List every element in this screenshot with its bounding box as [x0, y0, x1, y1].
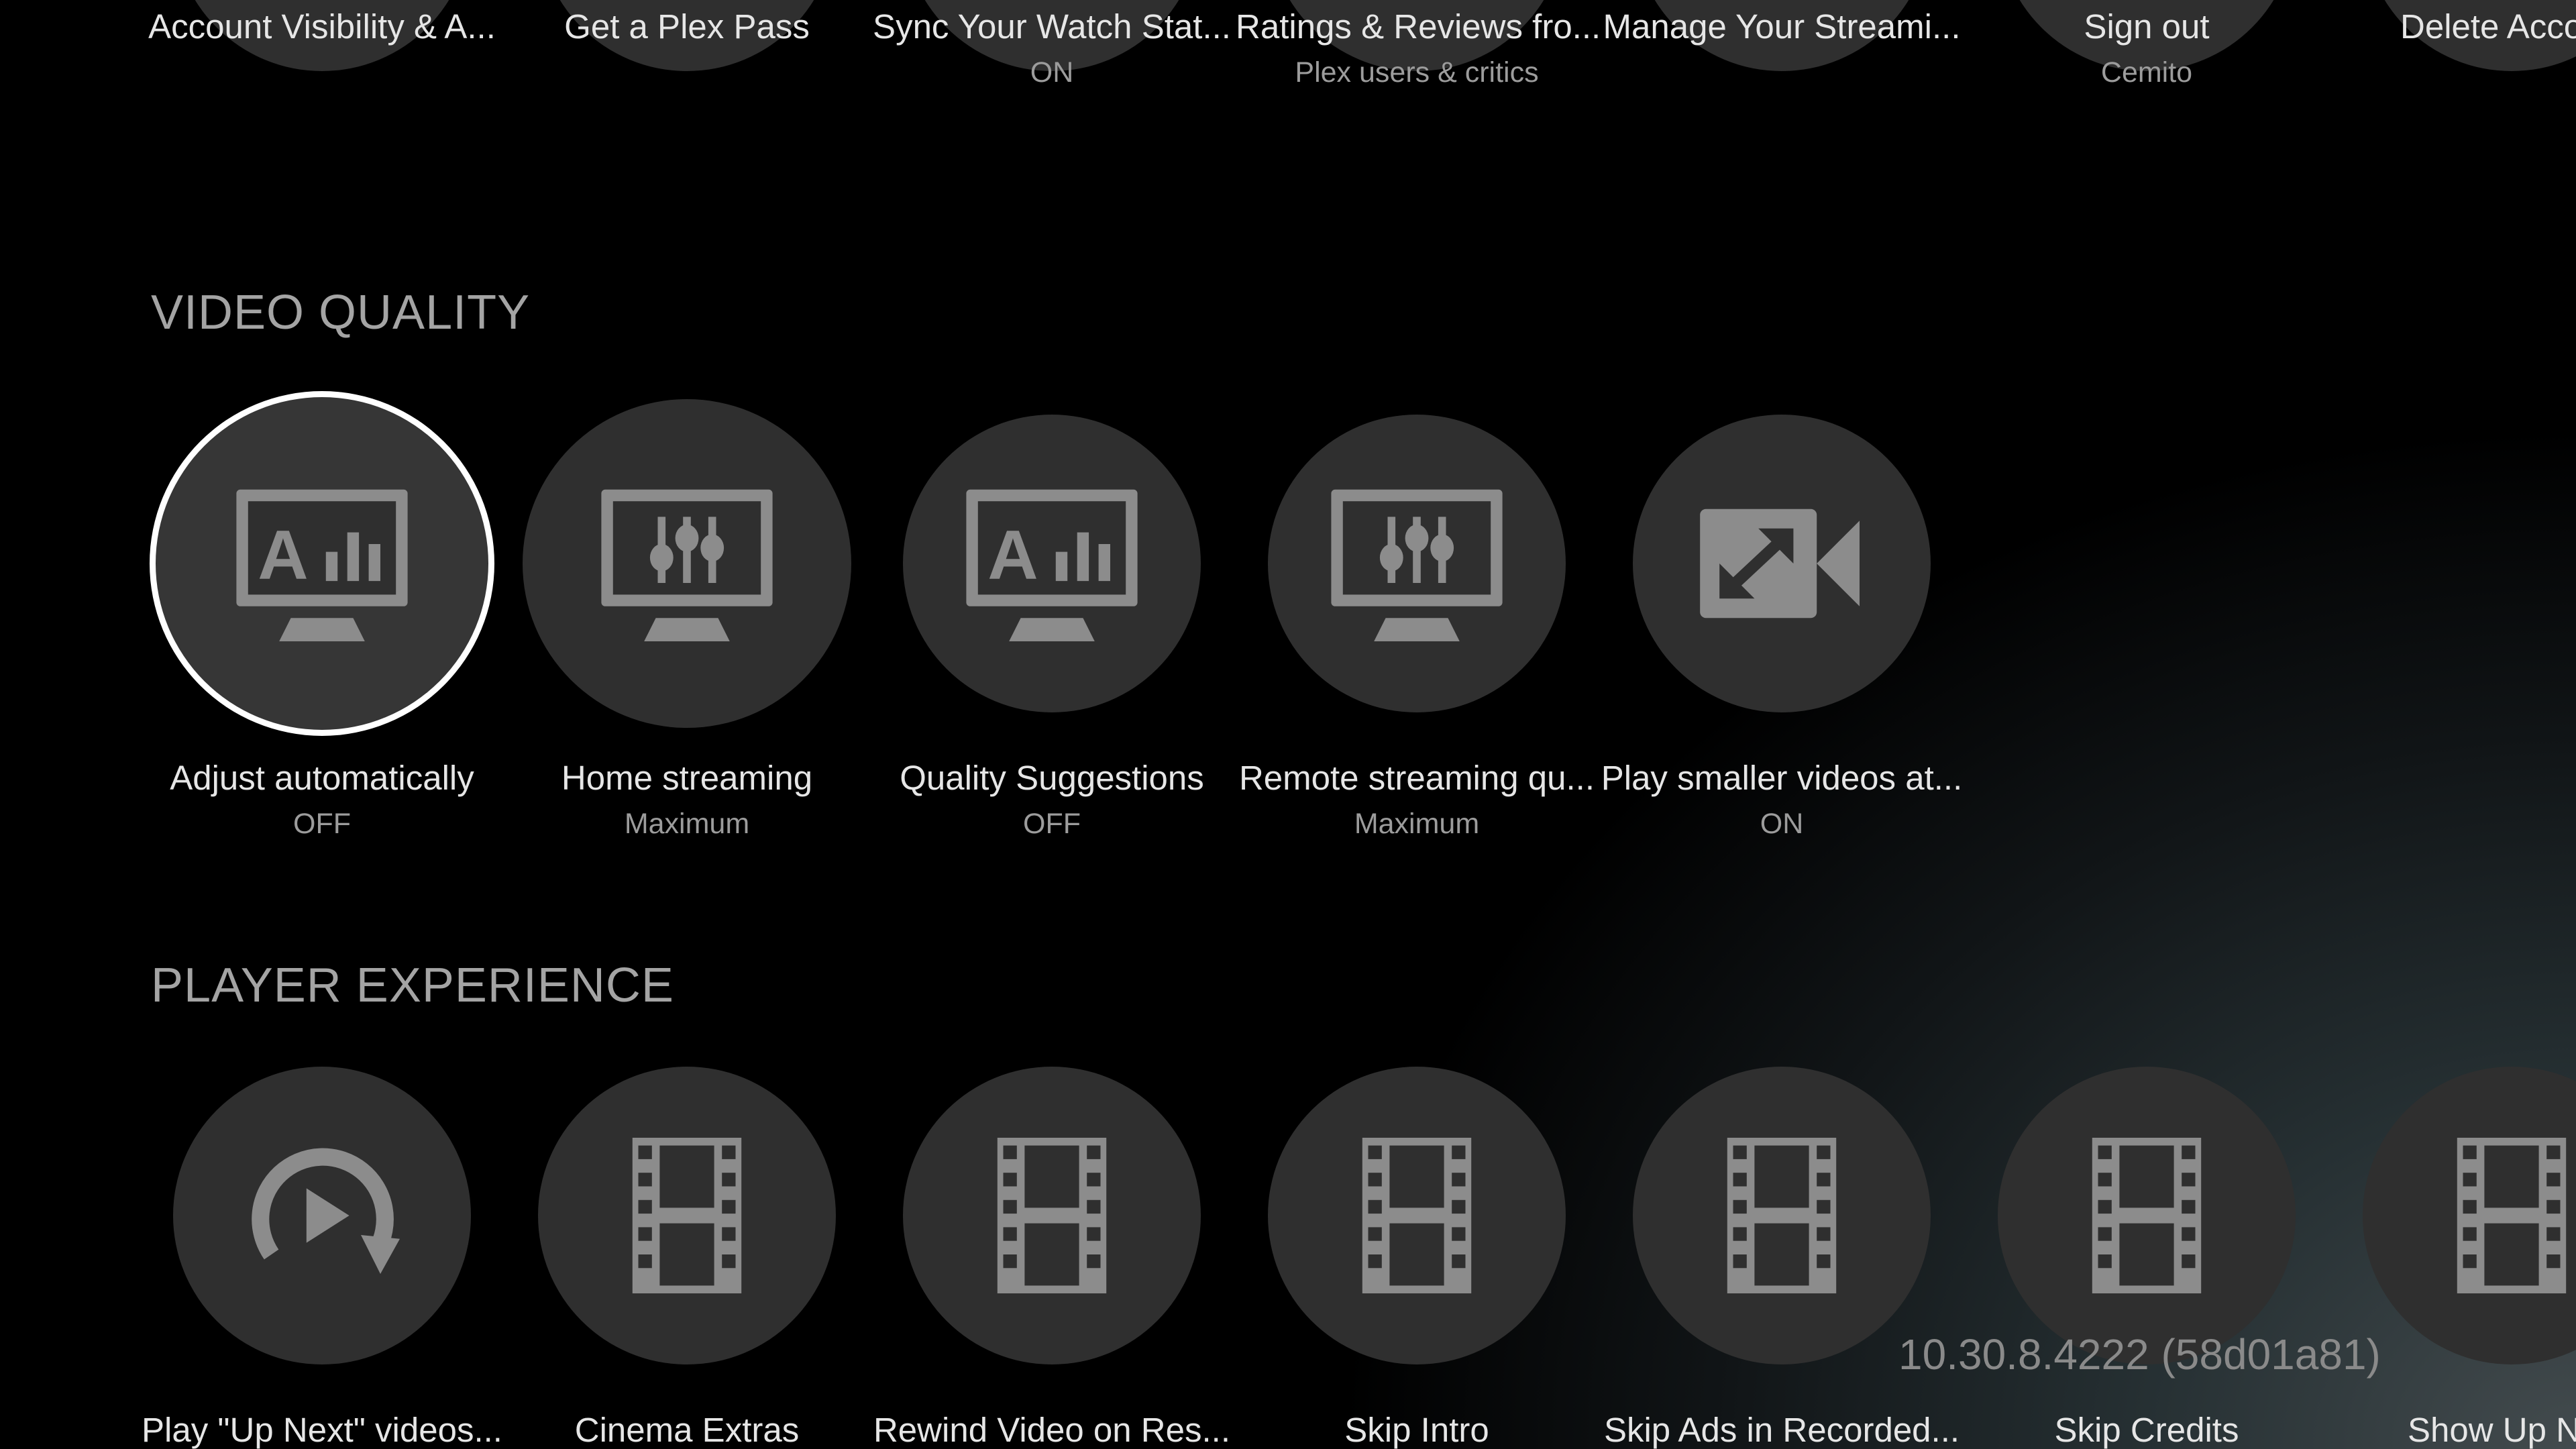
tile-label: Play smaller videos at... [1601, 759, 1963, 797]
tile-value: OFF [1023, 808, 1081, 840]
tile-circle [903, 1067, 1201, 1364]
tile-label: Show Up Ne [2408, 1411, 2576, 1449]
tile-label: Rewind Video on Res... [873, 1411, 1231, 1449]
tile-label: Ratings & Reviews fro... [1236, 7, 1598, 46]
tile-label: Delete Acco [2400, 7, 2576, 46]
section-title-video-quality: VIDEO QUALITY [151, 286, 531, 339]
monitor-sliders-icon [590, 466, 784, 661]
tile-label: Adjust automatically [170, 759, 474, 797]
film-strip-icon [2049, 1118, 2244, 1313]
monitor-sliders-icon [1320, 466, 1514, 661]
film-strip-icon [1320, 1118, 1514, 1313]
settings-screen: Account Visibility & A... Get a Plex Pas… [0, 0, 2576, 1449]
tile-label: Skip Credits [2054, 1411, 2239, 1449]
tile-value: ON [1760, 808, 1804, 840]
tile-circle [2363, 1067, 2576, 1364]
tile-circle [1633, 1067, 1931, 1364]
tile-circle [1633, 415, 1931, 712]
tile-label: Cinema Extras [574, 1411, 800, 1449]
focused-tile-circle [156, 397, 488, 730]
tile-label: Sync Your Watch Stat... [873, 7, 1231, 46]
monitor-auto-quality-icon [225, 466, 419, 661]
tile-value: Plex users & critics [1295, 56, 1539, 89]
tile-circle [523, 399, 851, 728]
tile-circle [903, 415, 1201, 712]
tile-circle [1268, 1067, 1566, 1364]
tile-label: Quality Suggestions [900, 759, 1204, 797]
tile-value: Cemito [2100, 56, 2193, 89]
tile-label: Sign out [2084, 7, 2210, 46]
tile-label: Account Visibility & A... [148, 7, 496, 46]
tile-value: Maximum [624, 808, 750, 840]
tile-label: Home streaming [561, 759, 813, 797]
tile-label: Play "Up Next" videos... [142, 1411, 502, 1449]
tile-label: Skip Intro [1344, 1411, 1489, 1449]
monitor-auto-quality-icon [955, 466, 1149, 661]
film-strip-icon [590, 1118, 784, 1313]
tile-value: Maximum [1354, 808, 1480, 840]
film-strip-icon [955, 1118, 1149, 1313]
video-expand-icon [1684, 466, 1879, 661]
tile-value: OFF [293, 808, 351, 840]
film-strip-icon [2414, 1118, 2576, 1313]
tile-circle [173, 1067, 471, 1364]
tile-circle [1268, 415, 1566, 712]
tile-label: Manage Your Streami... [1603, 7, 1961, 46]
tile-value: ON [1030, 56, 1074, 89]
replay-play-icon [225, 1118, 419, 1313]
film-strip-icon [1684, 1118, 1879, 1313]
tile-label: Skip Ads in Recorded... [1603, 1411, 1960, 1449]
tile-label: Get a Plex Pass [564, 7, 810, 46]
section-title-player-experience: PLAYER EXPERIENCE [151, 959, 674, 1012]
tile-circle [1998, 1067, 2296, 1364]
app-version: 10.30.8.4222 (58d01a81) [1898, 1330, 2381, 1379]
tile-label: Remote streaming qu... [1238, 759, 1595, 797]
tile-circle [538, 1067, 836, 1364]
